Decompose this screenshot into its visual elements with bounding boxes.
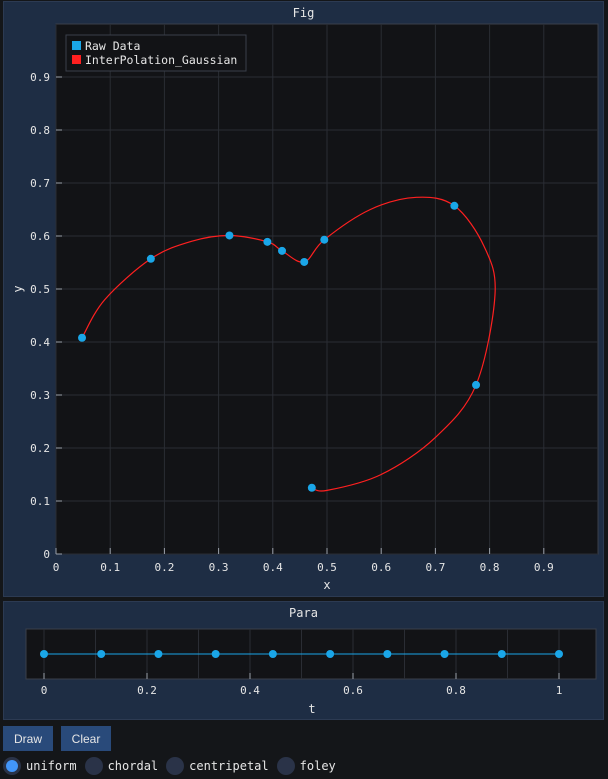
radio-foley[interactable]: foley: [276, 757, 336, 775]
para-point: [40, 650, 48, 658]
radio-uniform[interactable]: uniform: [3, 757, 77, 775]
para-x-tick-label: 0.2: [137, 684, 157, 697]
legend-raw-label: Raw Data: [85, 39, 140, 53]
raw-data-point: [320, 235, 329, 244]
para-point: [268, 650, 277, 658]
para-x-tick-label: 0.4: [240, 684, 260, 697]
fig-y-tick-label: 0: [43, 548, 50, 561]
fig-x-tick-label: 0.3: [209, 561, 229, 574]
raw-data-point: [146, 254, 155, 263]
raw-data-point: [450, 201, 459, 210]
para-x-tick-label: 1: [556, 684, 563, 697]
para-point: [154, 650, 163, 658]
fig-y-tick-label: 0.1: [30, 495, 50, 508]
fig-x-tick-label: 0.2: [154, 561, 174, 574]
fig-x-tick-label: 0.7: [425, 561, 445, 574]
legend-interp-label: InterPolation_Gaussian: [85, 53, 237, 67]
radio-foley-indicator: [276, 757, 295, 775]
clear-button[interactable]: Clear: [61, 726, 111, 751]
draw-button[interactable]: Draw: [3, 726, 53, 751]
para-panel: Para 0 0.2 0.4 0.6 0.8 1 t: [3, 601, 604, 720]
para-x-tick-label: 0.6: [343, 684, 363, 697]
fig-y-tick-label: 0.6: [30, 230, 50, 243]
radio-centripetal-label: centripetal: [189, 759, 269, 773]
fig-x-tick-label: 0.8: [480, 561, 500, 574]
radio-uniform-label: uniform: [26, 759, 77, 773]
radio-chordal-label: chordal: [107, 759, 159, 773]
fig-y-tick-label: 0.2: [30, 442, 50, 455]
fig-x-tick-label: 0.4: [263, 561, 283, 574]
para-point: [326, 650, 335, 658]
fig-x-tick-label: 0.1: [100, 561, 120, 574]
fig-y-tick-label: 0.8: [30, 124, 50, 137]
fig-legend: Raw DataInterPolation_Gaussian: [65, 34, 247, 72]
para-point: [497, 650, 506, 658]
fig-y-axis-label: y: [11, 285, 25, 292]
fig-y-tick-label: 0.9: [30, 71, 50, 84]
raw-data-point: [78, 333, 87, 342]
radio-foley-label: foley: [299, 759, 336, 773]
radio-uniform-indicator: [3, 757, 21, 775]
raw-data-point: [300, 257, 309, 266]
fig-x-tick-label: 0.5: [317, 561, 337, 574]
legend-interp-swatch: [72, 55, 81, 64]
fig-x-tick-label: 0.9: [534, 561, 554, 574]
para-x-tick-label: 0: [41, 684, 48, 697]
raw-data-point: [225, 231, 234, 240]
raw-data-point: [278, 246, 287, 255]
fig-x-axis-label: x: [323, 578, 330, 592]
para-point: [383, 650, 392, 658]
radio-centripetal-indicator: [166, 757, 185, 775]
fig-y-tick-label: 0.3: [30, 389, 50, 402]
para-point: [555, 650, 563, 658]
para-point: [97, 650, 106, 658]
parameterization-radio-group: uniform chordal centripetal foley: [3, 755, 344, 777]
radio-centripetal[interactable]: centripetal: [166, 757, 269, 775]
raw-data-point: [307, 483, 316, 492]
fig-y-tick-label: 0.5: [30, 283, 50, 296]
fig-x-tick-label: 0: [53, 561, 60, 574]
fig-x-tick-label: 0.6: [371, 561, 391, 574]
fig-panel: Fig 0 0 0.1 0.1 0.2 0.2 0.3 0.3 0.4 0.4 0.5 0.5 0.6 0…: [3, 1, 604, 597]
para-chart[interactable]: 0 0.2 0.4 0.6 0.8 1 t: [4, 602, 605, 721]
raw-data-point: [263, 237, 272, 246]
radio-chordal[interactable]: chordal: [84, 757, 159, 775]
para-x-axis-label: t: [308, 702, 315, 716]
raw-data-point: [472, 380, 481, 389]
para-point: [211, 650, 220, 658]
fig-y-tick-label: 0.4: [30, 336, 50, 349]
legend-raw-swatch: [72, 41, 81, 50]
fig-chart[interactable]: 00 0.1 0.1 0.2 0.2 0.3 0.3 0.4 0.4 0.5 0.5 0.6 0.6 0.…: [4, 2, 605, 598]
radio-chordal-indicator: [84, 757, 103, 775]
fig-y-tick-label: 0.7: [30, 177, 50, 190]
para-x-tick-label: 0.8: [446, 684, 466, 697]
para-point: [440, 650, 449, 658]
